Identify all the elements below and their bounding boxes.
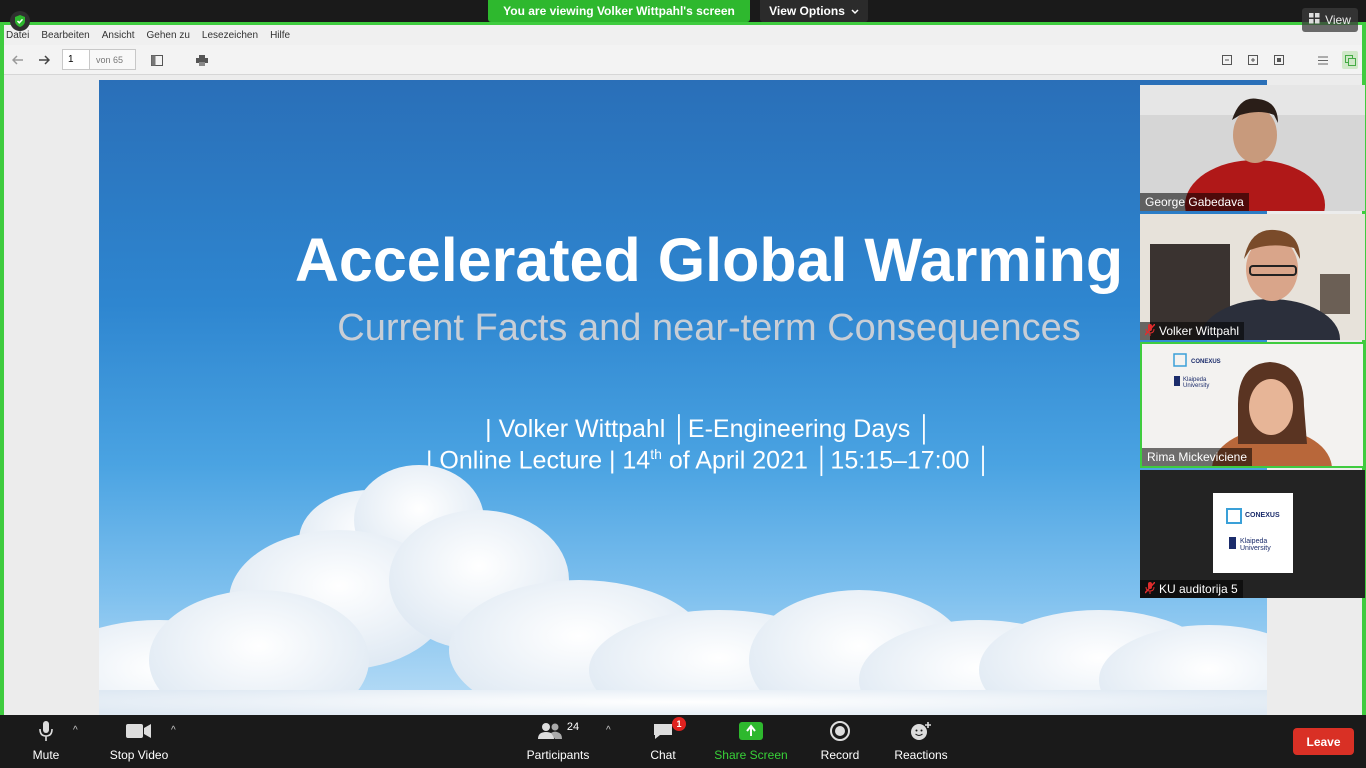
fit-page-icon[interactable] — [1272, 51, 1286, 69]
participant-name: Rima Mickeviciene — [1147, 450, 1248, 464]
view-options-label: View Options — [769, 4, 845, 18]
video-options-caret-icon[interactable]: ^ — [171, 725, 176, 736]
klaipeda-university-logo: CONEXUS Klaipeda University — [1226, 508, 1280, 552]
slide-title: Accelerated Global Warming — [294, 226, 1124, 294]
people-icon — [537, 723, 562, 739]
print-icon[interactable] — [194, 51, 210, 69]
share-screen-label: Share Screen — [714, 748, 788, 762]
slide-author-line: | Volker Wittpahl │E-Engineering Days │ — [485, 415, 933, 443]
reactions-label: Reactions — [894, 748, 948, 762]
view-label: View — [1325, 13, 1351, 27]
forward-arrow-icon[interactable] — [36, 51, 52, 69]
slide-subtitle: Current Facts and near-term Consequences — [337, 307, 1081, 349]
chevron-down-icon — [851, 4, 859, 18]
video-tile-volker[interactable]: Volker Wittpahl — [1140, 214, 1365, 340]
pdf-toolbar: 1 von 65 — [4, 45, 1362, 75]
tile-name-george: George Gabedava — [1140, 193, 1249, 211]
participants-count: 24 — [566, 721, 580, 733]
participants-icon-group: 24 — [537, 715, 579, 747]
university-line2: University — [1183, 383, 1209, 389]
security-shield-icon[interactable] — [10, 11, 30, 31]
mute-label: Mute — [32, 748, 60, 762]
clouds-illustration — [99, 465, 1267, 720]
participant-name: KU auditorija 5 — [1159, 582, 1238, 596]
ku-logo-card: CONEXUS Klaipeda University — [1213, 493, 1293, 573]
meeting-controls-bar: Mute ^ Stop Video ^ 24 Participants ^ 1 … — [0, 715, 1366, 768]
page-number-input[interactable]: 1 — [62, 49, 90, 70]
chat-bubble-icon: 1 — [652, 715, 686, 747]
tile-name-volker: Volker Wittpahl — [1140, 322, 1245, 340]
microphone-icon — [38, 715, 54, 747]
chat-unread-badge: 1 — [672, 717, 686, 731]
participant-name: Volker Wittpahl — [1159, 324, 1240, 338]
page-total-label: von 65 — [90, 49, 136, 70]
presentation-slide: Accelerated Global Warming Current Facts… — [99, 80, 1267, 720]
back-arrow-icon[interactable] — [10, 51, 26, 69]
participant-name: George Gabedava — [1145, 195, 1244, 209]
video-tile-ku-auditorija[interactable]: CONEXUS Klaipeda University KU auditorij… — [1140, 470, 1365, 598]
sidebar-toggle-icon[interactable] — [149, 51, 165, 69]
muted-mic-icon — [1144, 322, 1156, 339]
participants-options-caret-icon[interactable]: ^ — [606, 725, 611, 736]
video-tile-rima-active-speaker[interactable]: CONEXUS Klaipeda University Rima Mickevi… — [1140, 342, 1365, 468]
presentation-mode-icon[interactable] — [1342, 51, 1358, 69]
view-button[interactable]: View — [1302, 8, 1358, 32]
pdf-menubar: Datei Bearbeiten Ansicht Gehen zu Leseze… — [4, 25, 1362, 45]
zoom-meeting-window: You are viewing Volker Wittpahl's screen… — [0, 0, 1366, 768]
tile-name-rima: Rima Mickeviciene — [1142, 448, 1253, 466]
view-options-button[interactable]: View Options — [760, 0, 868, 22]
menu-ansicht[interactable]: Ansicht — [102, 30, 135, 41]
menu-lesezeichen[interactable]: Lesezeichen — [202, 30, 258, 41]
video-tile-george[interactable]: George Gabedava — [1140, 85, 1365, 211]
grid-view-icon — [1309, 13, 1320, 27]
leave-button[interactable]: Leave — [1293, 728, 1354, 755]
reactions-smiley-icon — [910, 715, 932, 747]
university-line1: Klaipeda — [1240, 538, 1267, 545]
record-icon — [830, 715, 850, 747]
zoom-in-icon[interactable] — [1246, 51, 1260, 69]
audio-options-caret-icon[interactable]: ^ — [73, 725, 78, 736]
zoom-out-icon[interactable] — [1220, 51, 1234, 69]
participants-label: Participants — [526, 748, 590, 762]
chat-label: Chat — [650, 748, 676, 762]
menu-bearbeiten[interactable]: Bearbeiten — [41, 30, 89, 41]
record-label: Record — [820, 748, 860, 762]
stop-video-label: Stop Video — [109, 748, 169, 762]
menu-datei[interactable]: Datei — [6, 30, 29, 41]
reactions-button[interactable]: Reactions — [892, 715, 950, 768]
tile-name-ku: KU auditorija 5 — [1140, 580, 1243, 598]
share-screen-icon — [739, 715, 763, 747]
stop-video-button[interactable]: Stop Video — [106, 715, 172, 768]
conexus-logo-text: CONEXUS — [1191, 359, 1221, 365]
top-bar: You are viewing Volker Wittpahl's screen… — [0, 0, 1366, 22]
mute-button[interactable]: Mute — [26, 715, 66, 768]
viewing-screen-banner: You are viewing Volker Wittpahl's screen — [488, 0, 750, 22]
video-camera-icon — [126, 715, 152, 747]
muted-mic-icon — [1144, 580, 1156, 597]
menu-gehen-zu[interactable]: Gehen zu — [147, 30, 190, 41]
tools-menu-icon[interactable] — [1316, 51, 1330, 69]
menu-hilfe[interactable]: Hilfe — [270, 30, 290, 41]
university-line2: University — [1240, 545, 1271, 552]
record-button[interactable]: Record — [818, 715, 862, 768]
participants-button[interactable]: 24 Participants — [524, 715, 592, 768]
conexus-logo-text: CONEXUS — [1245, 512, 1280, 519]
chat-button[interactable]: 1 Chat — [643, 715, 686, 768]
share-screen-button[interactable]: Share Screen — [713, 715, 789, 768]
